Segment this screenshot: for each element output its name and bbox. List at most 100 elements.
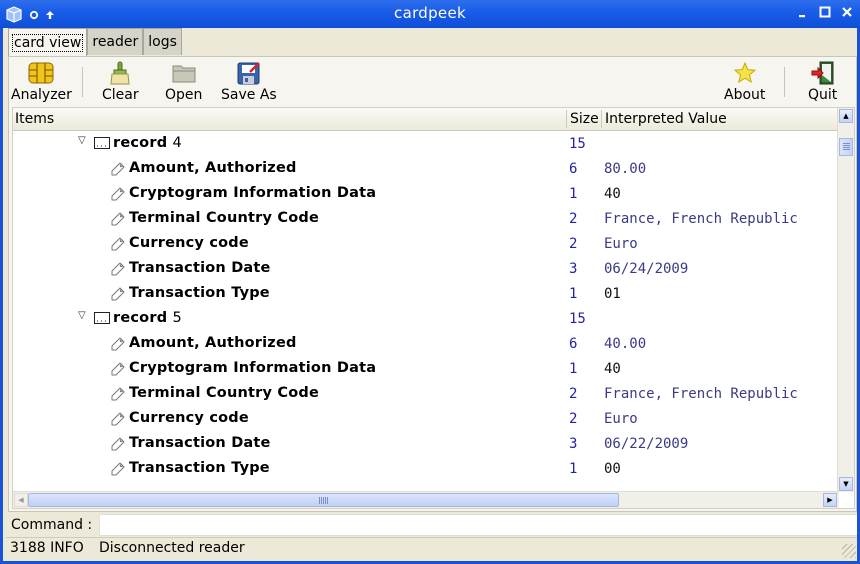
record-icon [94,136,110,154]
scroll-left-button[interactable]: ◀ [14,493,28,507]
about-button[interactable]: About [724,61,765,103]
close-icon [842,7,852,17]
exit-door-icon [810,61,836,85]
save-as-button[interactable]: Save As [221,61,277,103]
interpreted-value: 40 [604,361,621,377]
interpreted-value: France, French Republic [604,386,798,402]
field-label: Currency code [129,235,249,251]
toolbar-separator [82,67,83,97]
maximize-icon [819,6,831,18]
folder-icon [171,61,197,85]
tree-field-row[interactable]: Cryptogram Information Data 1 40 [13,182,839,207]
interpreted-value: 06/22/2009 [604,436,689,452]
tag-icon [110,261,126,281]
record-number: 4 [172,135,182,151]
field-label: Terminal Country Code [129,385,320,401]
maximize-button[interactable] [818,6,832,20]
analyzer-button[interactable]: Analyzer [11,61,72,103]
record-label: record [113,310,168,326]
size-value: 15 [569,136,586,152]
tree-field-row[interactable]: Transaction Type 1 00 [13,457,839,482]
field-label: Cryptogram Information Data [129,185,377,201]
card-tree-view[interactable]: Items Size Interpreted Value ▽ record 4 15… [12,107,855,509]
interpreted-value: 40 [604,186,621,202]
field-label: Currency code [129,410,249,426]
size-value: 1 [569,461,578,477]
smartcard-chip-icon [28,61,54,85]
minimize-icon [799,15,805,18]
vertical-scrollbar[interactable]: ▲ ▼ [837,108,854,492]
tree-field-row[interactable]: Transaction Date 3 06/24/2009 [13,257,839,282]
tree-field-row[interactable]: Terminal Country Code 2 France, French Rep… [13,382,839,407]
tag-icon [110,436,126,456]
vertical-scroll-thumb[interactable] [839,138,853,156]
field-label: Transaction Date [129,435,271,451]
tag-icon [110,461,126,481]
card-view-panel: Analyzer Clear Open Save As About Quit I… [8,56,857,512]
toolbar: Analyzer Clear Open Save As About Quit [9,57,856,107]
tree-field-row[interactable]: Currency code 2 Euro [13,232,839,257]
scroll-right-button[interactable]: ▶ [823,493,837,507]
expander-triangle-icon[interactable]: ▽ [78,310,86,321]
size-value: 3 [569,436,578,452]
close-button[interactable] [840,6,854,20]
tree-record-row[interactable]: ▽record 615 [13,482,839,486]
field-label: Terminal Country Code [129,210,320,226]
open-button[interactable]: Open [165,61,202,103]
clear-button[interactable]: Clear [102,61,139,103]
tab-reader[interactable]: reader [87,28,144,55]
tree-field-row[interactable]: Cryptogram Information Data 1 40 [13,357,839,382]
resize-grip[interactable] [842,544,856,558]
interpreted-value: Euro [604,411,638,427]
size-value: 1 [569,186,578,202]
title-bar[interactable]: cardpeek [0,0,860,28]
size-value: 6 [569,161,578,177]
tab-bar: card view reader logs [8,28,182,57]
column-header-size[interactable]: Size [570,111,599,127]
scroll-up-button[interactable]: ▲ [839,109,853,123]
tree-field-row[interactable]: Currency code 2 Euro [13,407,839,432]
tree-field-row[interactable]: Amount, Authorized 6 80.00 [13,157,839,182]
tag-icon [110,211,126,231]
tag-icon [110,236,126,256]
interpreted-value: 40.00 [604,336,647,352]
interpreted-value: 01 [604,286,621,302]
expander-triangle-icon[interactable]: ▽ [78,485,86,486]
horizontal-scrollbar[interactable]: ◀ ▶ [13,491,839,508]
column-header-interpreted-value[interactable]: Interpreted Value [605,111,727,127]
size-value: 2 [569,236,578,252]
command-input[interactable] [99,514,857,536]
tree-record-row[interactable]: ▽ record 4 15 [13,132,839,157]
tag-icon [110,386,126,406]
tree-field-row[interactable]: Transaction Type 1 01 [13,282,839,307]
tab-logs[interactable]: logs [143,28,182,55]
tag-icon [110,186,126,206]
horizontal-scroll-thumb[interactable] [28,493,619,507]
minimize-button[interactable] [796,6,810,20]
column-separator [601,110,602,128]
tag-icon [110,361,126,381]
record-number: 6 [173,485,182,486]
interpreted-value: Euro [604,236,638,252]
size-value: 2 [569,411,578,427]
size-value: 2 [569,211,578,227]
expander-triangle-icon[interactable]: ▽ [78,135,86,146]
tree-field-row[interactable]: Amount, Authorized 6 40.00 [13,332,839,357]
column-separator [566,110,567,128]
size-value: 15 [569,311,586,327]
tag-icon [110,286,126,306]
record-label: record [113,135,168,151]
status-message: Disconnected reader [99,540,245,556]
tree-field-row[interactable]: Transaction Date 3 06/22/2009 [13,432,839,457]
column-header-items[interactable]: Items [15,111,54,127]
tag-icon [110,336,126,356]
tree-field-row[interactable]: Terminal Country Code 2 France, French Rep… [13,207,839,232]
tree-rows: ▽ record 4 15 Amount, Authorized 6 80.00 Crypt… [13,132,839,486]
scroll-down-button[interactable]: ▼ [839,477,853,491]
tab-card-view[interactable]: card view [8,28,88,57]
interpreted-value: 00 [604,461,621,477]
size-value: 3 [569,261,578,277]
field-label: Transaction Date [129,260,271,276]
tree-record-row[interactable]: ▽ record 5 15 [13,307,839,332]
quit-button[interactable]: Quit [808,61,837,103]
